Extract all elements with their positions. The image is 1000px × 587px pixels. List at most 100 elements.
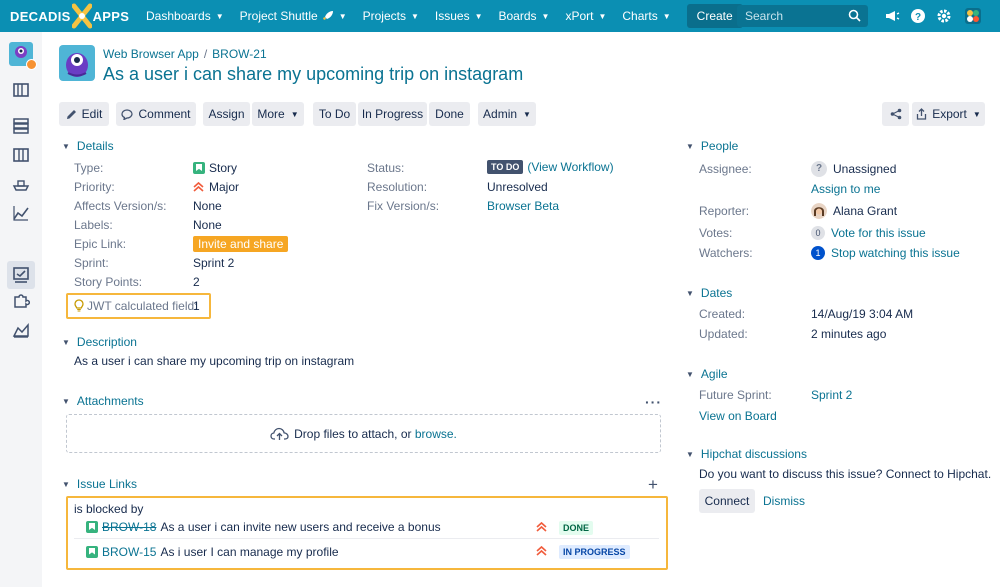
fix-version-value[interactable]: Browser Beta [487,199,559,213]
comment-icon [121,108,134,120]
linked-issue-key[interactable]: BROW-15 [102,545,156,559]
description-text[interactable]: As a user i can share my upcoming trip o… [74,354,354,368]
breadcrumb-issue-key[interactable]: BROW-21 [212,47,266,61]
comment-button[interactable]: Comment [116,102,196,126]
attachments-section-toggle[interactable]: ▼ Attachments [62,394,144,408]
stop-watching-link[interactable]: Stop watching this issue [831,246,960,260]
puzzle-icon[interactable] [12,291,30,309]
dismiss-link[interactable]: Dismiss [763,494,805,508]
reports-icon[interactable] [12,204,30,222]
hipchat-section-toggle[interactable]: ▼ Hipchat discussions [686,447,807,461]
labels-value[interactable]: None [193,218,222,232]
more-button-label: More [257,107,285,121]
nav-xport[interactable]: xPort ▼ [557,0,614,32]
issue-links-section-toggle[interactable]: ▼ Issue Links [62,477,137,491]
linked-issue-summary[interactable]: As a user i can invite new users and rec… [160,520,440,534]
chevron-down-icon: ▼ [474,11,483,21]
admin-button[interactable]: Admin ▼ [478,102,536,126]
future-sprint-link[interactable]: Sprint 2 [811,388,852,402]
decadis-logo[interactable]: DECADIS APPS [0,0,138,32]
logo-text-right: APPS [92,8,130,24]
export-button[interactable]: Export ▼ [912,102,985,126]
watchers-count-badge: 1 [811,246,825,260]
dropzone-text: Drop files to attach, or [294,426,412,441]
edit-button[interactable]: Edit [59,102,109,126]
breadcrumb-project[interactable]: Web Browser App [103,47,199,61]
more-actions-icon[interactable]: ··· [645,394,662,410]
issue-summary[interactable]: As a user i can share my upcoming trip o… [103,64,523,85]
gear-icon[interactable] [936,8,952,24]
chevron-down-icon: ▼ [541,11,550,21]
user-avatar[interactable] [964,7,982,25]
people-section-title: People [700,139,739,153]
view-on-board-link[interactable]: View on Board [699,409,777,423]
reporter-value[interactable]: Alana Grant [811,203,897,219]
list-icon[interactable] [12,117,30,135]
project-avatar[interactable] [59,45,95,81]
rocket-icon [322,11,333,20]
assign-button[interactable]: Assign [203,102,250,126]
help-icon[interactable]: ? [910,8,926,24]
search-icon[interactable] [848,9,861,22]
epic-link-value[interactable]: Invite and share [193,236,289,252]
backlog-icon[interactable] [12,81,30,99]
type-value: Story [193,161,237,175]
dates-section-toggle[interactable]: ▼ Dates [686,286,732,300]
hipchat-prompt: Do you want to discuss this issue? Conne… [699,467,992,481]
description-section-toggle[interactable]: ▼ Description [62,335,137,349]
story-points-value[interactable]: 2 [193,275,200,289]
assignee-name: Unassigned [833,162,897,176]
attachment-dropzone[interactable]: Drop files to attach, or browse. [66,414,661,453]
chart-icon[interactable] [12,321,30,339]
browse-link[interactable]: browse. [415,427,457,441]
nav-dashboards[interactable]: Dashboards ▼ [138,0,232,32]
vote-link[interactable]: Vote for this issue [831,226,926,240]
ship-icon[interactable] [12,175,30,193]
sprint-value: Sprint 2 [193,256,235,270]
nav-issues[interactable]: Issues ▼ [427,0,491,32]
nav-charts[interactable]: Charts ▼ [614,0,678,32]
updated-label: Updated: [699,327,748,341]
nav-boards[interactable]: Boards ▼ [491,0,558,32]
add-link-icon[interactable]: + [648,475,658,495]
priority-label: Priority: [74,180,115,194]
jwt-field-value: 1 [193,299,200,313]
issue-link-row[interactable]: BROW-15 As i user I can manage my profil… [74,540,659,563]
status-value: TO DO (View Workflow) [487,160,614,174]
connect-button[interactable]: Connect [699,489,755,513]
linked-issue-summary[interactable]: As i user I can manage my profile [160,545,338,559]
project-sidebar-avatar[interactable] [9,42,37,70]
people-section-toggle[interactable]: ▼ People [686,139,738,153]
more-button[interactable]: More ▼ [252,102,304,126]
votes-label: Votes: [699,226,733,240]
status-lozenge: DONE [559,521,594,535]
issue-link-row[interactable]: BROW-18 As a user i can invite new users… [74,516,659,539]
share-button[interactable] [882,102,909,126]
breadcrumb-separator: / [203,47,208,61]
search-input[interactable] [737,5,837,27]
chevron-down-icon: ▼ [972,109,981,119]
chevron-down-icon: ▼ [338,11,347,21]
priority-value: Major [193,180,239,194]
epic-lozenge[interactable]: Invite and share [193,236,289,252]
megaphone-icon[interactable] [884,8,900,24]
linked-issue-key[interactable]: BROW-18 [102,520,156,534]
agile-section-title: Agile [700,367,728,381]
sprint-label: Sprint: [74,256,109,270]
view-workflow-link[interactable]: (View Workflow) [527,160,613,174]
agile-section-toggle[interactable]: ▼ Agile [686,367,728,381]
done-button[interactable]: Done [429,102,470,126]
assign-to-me-link[interactable]: Assign to me [811,182,880,196]
board-icon[interactable] [12,146,30,164]
nav-projects[interactable]: Projects ▼ [355,0,427,32]
reporter-name: Alana Grant [833,204,898,218]
details-section-toggle[interactable]: ▼ Details [62,139,114,153]
assignee-value[interactable]: ? Unassigned [811,161,896,177]
create-button[interactable]: Create [686,4,743,28]
dates-section-title: Dates [700,286,733,300]
reporter-label: Reporter: [699,204,750,218]
nav-project-shuttle[interactable]: Project Shuttle ▼ [232,0,355,32]
to-do-button[interactable]: To Do [313,102,356,126]
in-progress-button[interactable]: In Progress [358,102,427,126]
issues-icon[interactable] [12,266,30,284]
